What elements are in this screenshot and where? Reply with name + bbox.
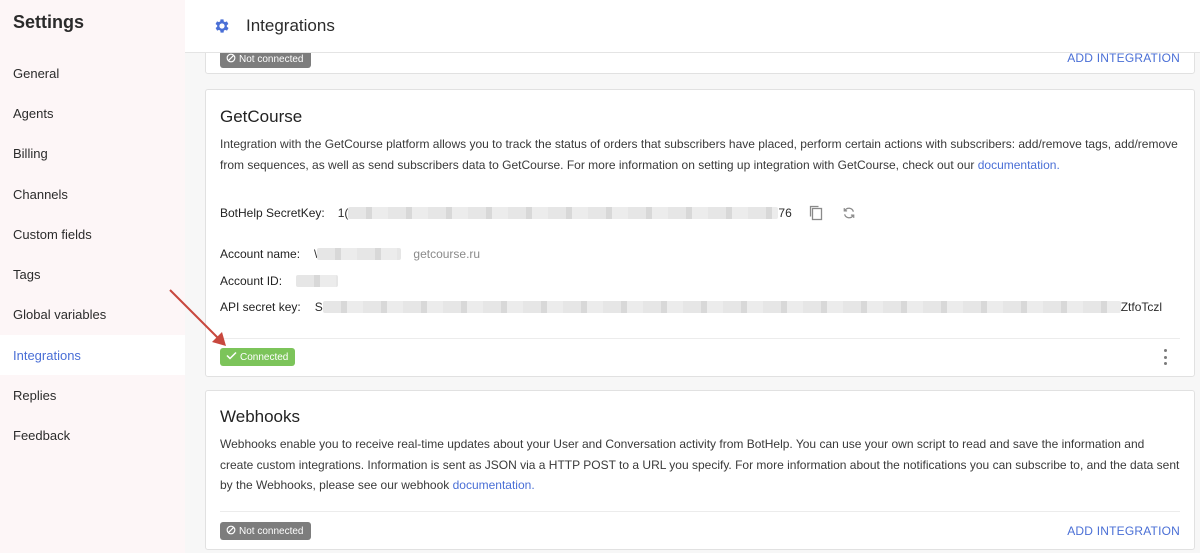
secret-key-label: BotHelp SecretKey: — [220, 206, 325, 220]
secret-key-row: BotHelp SecretKey: 1( 76 — [220, 206, 792, 220]
status-badge-label: Connected — [240, 351, 289, 363]
sidebar-nav: General Agents Billing Channels Custom f… — [0, 53, 185, 456]
account-id-row: Account ID: — [220, 274, 339, 288]
status-badge-label: Not connected — [239, 525, 304, 537]
sidebar-item-agents[interactable]: Agents — [0, 93, 185, 133]
connected-status-badge: Connected — [220, 348, 296, 366]
api-key-row: API secret key: S ZtfoTczl — [220, 300, 1162, 314]
account-name-label: Account name: — [220, 247, 301, 261]
secret-key-start: 1( — [337, 206, 349, 220]
documentation-link[interactable]: documentation — [978, 158, 1057, 172]
secret-key-redacted — [348, 207, 779, 219]
card-description: Integration with the GetCourse platform … — [220, 134, 1180, 175]
sidebar-item-feedback[interactable]: Feedback — [0, 416, 185, 456]
api-key-label: API secret key: — [220, 300, 301, 314]
sidebar-title: Settings — [13, 12, 85, 32]
blocked-icon — [226, 525, 236, 538]
card-description: Webhooks enable you to receive real-time… — [220, 434, 1180, 496]
account-name-row: Account name: \ getcourse.ru — [220, 247, 480, 261]
main-content: Integrations Not connected ADD INTEGRATI… — [185, 0, 1200, 553]
sidebar-item-billing[interactable]: Billing — [0, 134, 185, 174]
account-name-redacted — [317, 248, 402, 260]
api-key-start: S — [314, 300, 323, 314]
api-key-end: ZtfoTczl — [1120, 300, 1163, 314]
getcourse-card: GetCourse Integration with the GetCourse… — [205, 89, 1195, 377]
sidebar-item-custom-fields[interactable]: Custom fields — [0, 214, 185, 254]
sidebar-item-global-variables[interactable]: Global variables — [0, 295, 185, 335]
account-id-label: Account ID: — [220, 274, 283, 288]
refresh-icon[interactable] — [841, 205, 857, 221]
blocked-icon — [226, 53, 236, 66]
sidebar-item-general[interactable]: General — [0, 53, 185, 93]
add-integration-button[interactable]: ADD INTEGRATION — [1067, 524, 1180, 538]
page-title: Integrations — [246, 16, 335, 35]
description-text: Webhooks enable you to receive real-time… — [220, 437, 1180, 492]
documentation-link[interactable]: documentation — [453, 478, 532, 492]
copy-icon[interactable] — [808, 205, 824, 221]
page-header: Integrations — [185, 0, 1200, 53]
api-key-redacted — [322, 301, 1121, 313]
account-id-redacted — [296, 275, 339, 287]
card-divider — [220, 511, 1180, 512]
sidebar-item-integrations[interactable]: Integrations — [0, 335, 185, 376]
sidebar-item-replies[interactable]: Replies — [0, 375, 185, 415]
card-divider — [220, 338, 1180, 339]
sidebar-item-channels[interactable]: Channels — [0, 174, 185, 214]
card-title: Webhooks — [220, 407, 301, 426]
secret-key-end: 76 — [778, 206, 792, 220]
more-options-icon[interactable] — [1162, 349, 1168, 365]
sidebar-item-tags[interactable]: Tags — [0, 254, 185, 294]
check-icon — [226, 351, 237, 363]
gear-icon — [213, 17, 231, 35]
status-badge: Not connected — [220, 522, 311, 540]
add-integration-button[interactable]: ADD INTEGRATION — [1067, 51, 1180, 65]
documentation-link-suffix: . — [1056, 157, 1060, 172]
card-title: GetCourse — [220, 107, 303, 126]
documentation-link-suffix: . — [531, 478, 535, 492]
account-name-domain: getcourse.ru — [413, 247, 481, 261]
status-badge-label: Not connected — [239, 53, 304, 65]
webhooks-card: Webhooks Webhooks enable you to receive … — [205, 390, 1195, 550]
sidebar: Settings General Agents Billing Channels… — [0, 0, 185, 553]
